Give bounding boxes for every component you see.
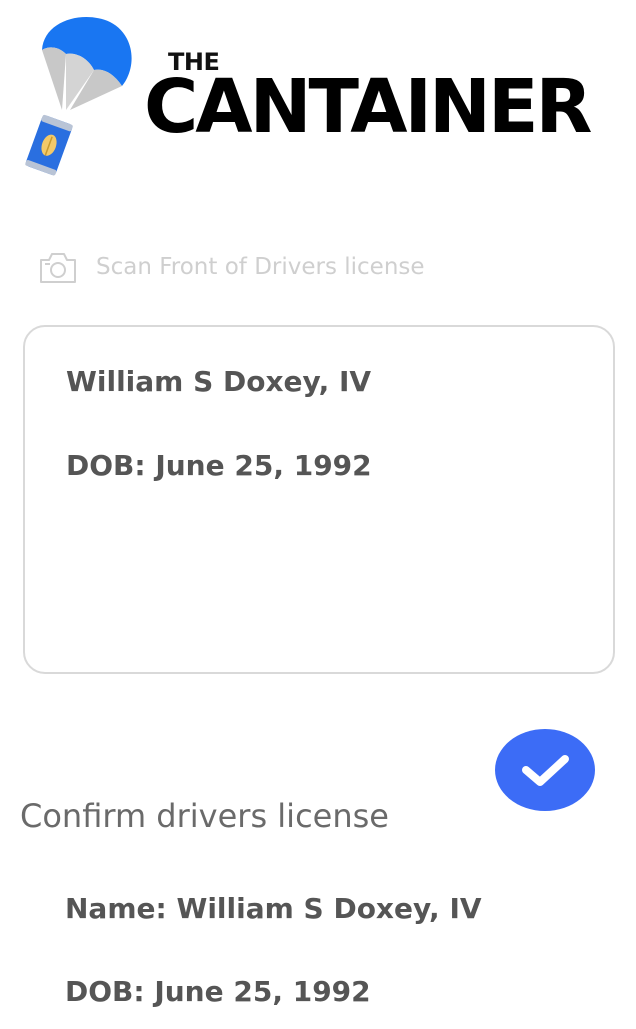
confirm-name: Name: William S Doxey, IV xyxy=(65,892,482,925)
confirm-button[interactable] xyxy=(495,729,595,811)
checkmark-icon xyxy=(522,755,569,786)
scanned-name: William S Doxey, IV xyxy=(66,365,372,398)
scanned-dob: DOB: June 25, 1992 xyxy=(66,449,372,482)
confirm-dob: DOB: June 25, 1992 xyxy=(65,975,371,1008)
confirm-heading: Confirm drivers license xyxy=(20,797,389,835)
brand-name: CANTAINER xyxy=(144,64,593,150)
scan-license-button[interactable]: Scan Front of Drivers license xyxy=(38,248,425,286)
scan-label: Scan Front of Drivers license xyxy=(96,254,425,280)
scan-result-card: William S Doxey, IV DOB: June 25, 1992 xyxy=(23,325,615,674)
camera-icon xyxy=(40,253,76,283)
parachute-can-icon xyxy=(25,17,132,176)
